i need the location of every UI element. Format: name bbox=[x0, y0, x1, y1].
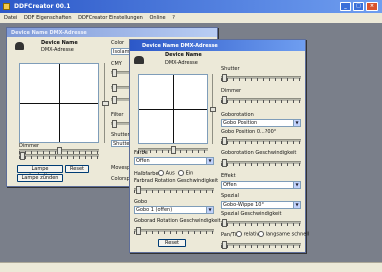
app-icon bbox=[3, 3, 10, 10]
reset-button-back[interactable]: Reset bbox=[65, 165, 89, 173]
gobo-label: Gobo bbox=[134, 199, 148, 205]
dmx-address-label: DMX-Adresse bbox=[41, 47, 74, 53]
chevron-down-icon: ▼ bbox=[293, 120, 300, 126]
tilt-slider[interactable] bbox=[101, 63, 109, 143]
halbfarbe-label: Halbfarbe bbox=[134, 171, 159, 177]
gobo-position-select[interactable]: Gobo Position ▼ bbox=[221, 119, 301, 127]
effekt-select[interactable]: Offen ▼ bbox=[221, 181, 301, 189]
dimmer-slider-front[interactable] bbox=[221, 96, 301, 104]
farbrad-speed-label: Farbrad Rotation Geschwindigkeit bbox=[134, 178, 219, 184]
device-icon bbox=[15, 42, 24, 50]
main-titlebar[interactable]: DDFCreator 00.1 _ □ × bbox=[0, 0, 382, 13]
dmx-address-front: DMX-Adresse bbox=[165, 60, 198, 66]
chevron-down-icon: ▼ bbox=[206, 158, 213, 164]
pan-tilt-pad[interactable] bbox=[19, 63, 99, 143]
radio-icon bbox=[236, 231, 242, 237]
lamp-on-button[interactable]: Lampe zünden bbox=[17, 174, 63, 182]
menu-bar: Datei DDF Eigenschaften DDFCreator Einst… bbox=[0, 13, 382, 23]
lamp-off-button[interactable]: Lampe abschalten bbox=[17, 165, 63, 179]
minimize-button[interactable]: _ bbox=[340, 2, 351, 11]
gobo-position-slider[interactable] bbox=[221, 137, 301, 145]
spezial-select[interactable]: Gobo-Wippe 10° ▼ bbox=[221, 201, 301, 209]
spezial-label: Spezial bbox=[221, 193, 239, 199]
spezial-speed-slider[interactable] bbox=[221, 219, 301, 227]
gobo-select[interactable]: Gobo 1 (offen) ▼ bbox=[134, 206, 214, 214]
radio-icon bbox=[158, 170, 164, 176]
maximize-button[interactable]: □ bbox=[353, 2, 364, 11]
close-button[interactable]: × bbox=[366, 2, 378, 11]
radio-icon bbox=[178, 170, 184, 176]
pantilt-relativ[interactable]: relativ bbox=[236, 231, 259, 238]
app-title: DDFCreator 00.1 bbox=[14, 3, 71, 10]
shutter-label-back: Shutter bbox=[111, 132, 130, 138]
shutter-slider-front[interactable] bbox=[221, 74, 301, 82]
goborotation-speed-label: Goborotation Geschwindigkeit bbox=[221, 150, 297, 156]
status-bar bbox=[0, 262, 382, 272]
cmy-label: CMY bbox=[111, 61, 122, 67]
device-window-front: Device Name DMX-Adresse Device Name DMX-… bbox=[129, 39, 309, 253]
color-label: Color bbox=[111, 40, 125, 46]
spezial-speed-label: Spezial Geschwindigkeit bbox=[221, 211, 282, 217]
pan-tilt-pad-front[interactable] bbox=[138, 74, 208, 144]
radio-icon bbox=[258, 231, 264, 237]
reset-button-front[interactable]: Reset bbox=[158, 239, 186, 247]
menu-online[interactable]: Online bbox=[149, 15, 165, 21]
back-window-title: Device Name DMX-Adresse bbox=[11, 30, 87, 36]
pantilt-langsam[interactable]: langsame schnell bbox=[258, 231, 309, 238]
effekt-label: Effekt bbox=[221, 173, 236, 179]
menu-help[interactable]: ? bbox=[172, 15, 175, 21]
dimmer-slider[interactable] bbox=[19, 152, 99, 160]
shutter-label-front: Shutter bbox=[221, 66, 240, 72]
farbe-label: Farbe bbox=[134, 150, 148, 156]
pantilt-speed-slider[interactable] bbox=[221, 241, 301, 249]
chevron-down-icon: ▼ bbox=[293, 182, 300, 188]
menu-datei[interactable]: Datei bbox=[4, 15, 17, 21]
back-window-titlebar[interactable]: Device Name DMX-Adresse bbox=[7, 28, 217, 37]
gobo-position-range-label: Gobo Position 0...?00° bbox=[221, 129, 277, 135]
front-window-titlebar[interactable]: Device Name DMX-Adresse bbox=[130, 40, 305, 51]
dimmer-label-front: Dimmer bbox=[221, 88, 242, 94]
pan-slider-front[interactable] bbox=[138, 146, 208, 154]
chevron-down-icon: ▼ bbox=[293, 202, 300, 208]
filter-label: Filter bbox=[111, 112, 124, 118]
device-name-front: Device Name bbox=[165, 52, 202, 58]
tilt-slider-front[interactable] bbox=[209, 74, 216, 144]
halbfarbe-ein[interactable]: Ein bbox=[178, 170, 193, 177]
goborad-speed-label: Goborad Rotation Geschwindigkeit bbox=[134, 218, 221, 224]
dimmer-label: Dimmer bbox=[19, 143, 40, 149]
menu-ddf-eigenschaften[interactable]: DDF Eigenschaften bbox=[24, 15, 72, 21]
device-name-label: Device Name bbox=[41, 40, 78, 46]
chevron-down-icon: ▼ bbox=[206, 207, 213, 213]
front-window-title: Device Name DMX-Adresse bbox=[142, 43, 218, 49]
device-icon-front bbox=[134, 56, 144, 64]
farbe-select[interactable]: Offen ▼ bbox=[134, 157, 214, 165]
farbrad-speed-slider[interactable] bbox=[134, 186, 214, 194]
goborotation-speed-slider[interactable] bbox=[221, 159, 301, 167]
goborotation-label: Goborotation bbox=[221, 112, 254, 118]
goborad-speed-slider[interactable] bbox=[134, 227, 214, 235]
menu-ddfcreator-einstellungen[interactable]: DDFCreator Einstellungen bbox=[78, 15, 143, 21]
halbfarbe-aus[interactable]: Aus bbox=[158, 170, 175, 177]
